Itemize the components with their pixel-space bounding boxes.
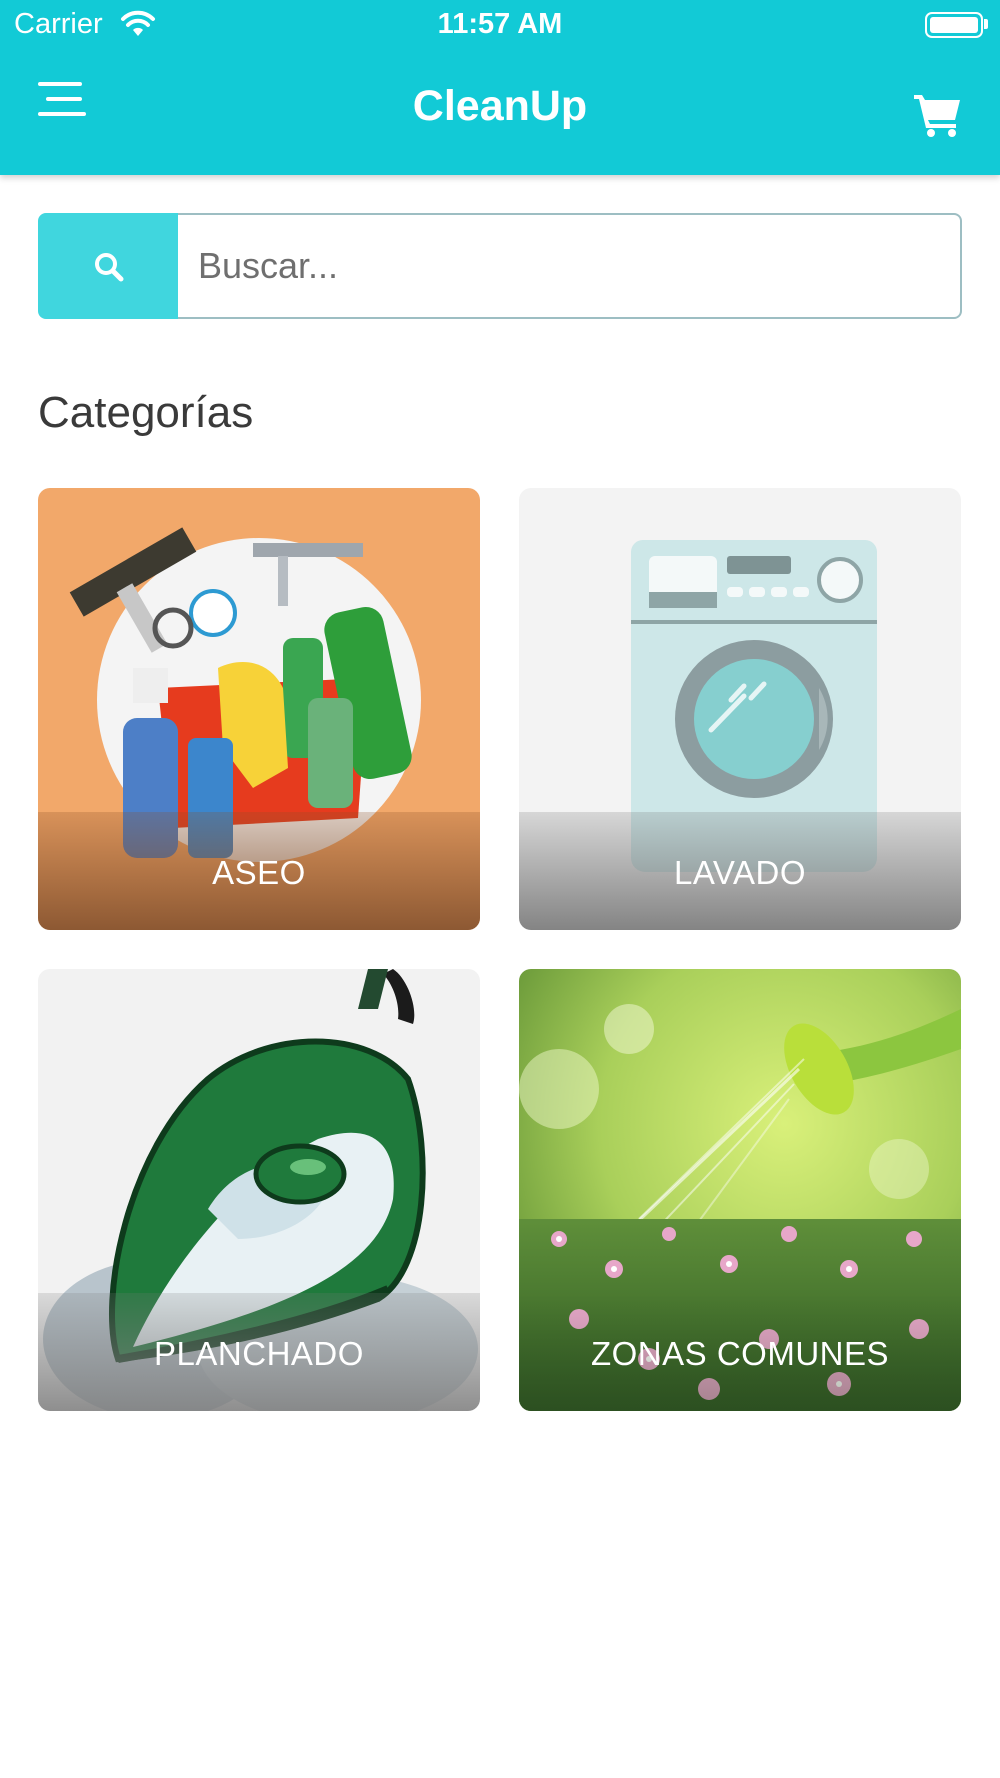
categories-title: Categorías: [38, 388, 254, 437]
category-card-zonas-comunes[interactable]: ZONAS COMUNES: [519, 969, 961, 1411]
category-label: ASEO: [212, 854, 306, 891]
battery-tip: [984, 19, 988, 29]
app-title: CleanUp: [412, 82, 588, 130]
search-button[interactable]: [38, 213, 178, 319]
category-card-planchado[interactable]: PLANCHADO: [38, 969, 480, 1411]
status-time: 11:57 AM: [437, 8, 563, 40]
category-label: PLANCHADO: [154, 1335, 364, 1372]
category-card-aseo[interactable]: ASEO: [38, 488, 480, 930]
battery-icon: [925, 12, 983, 38]
category-label: ZONAS COMUNES: [590, 1335, 890, 1372]
shopping-cart-icon[interactable]: [912, 90, 964, 138]
search-bar: [38, 213, 962, 319]
search-input[interactable]: [178, 213, 962, 319]
category-card-lavado[interactable]: LAVADO: [519, 488, 961, 930]
category-label: LAVADO: [674, 854, 806, 891]
app-header: Carrier 11:57 AM CleanUp: [0, 0, 1000, 175]
search-icon: [95, 253, 124, 282]
